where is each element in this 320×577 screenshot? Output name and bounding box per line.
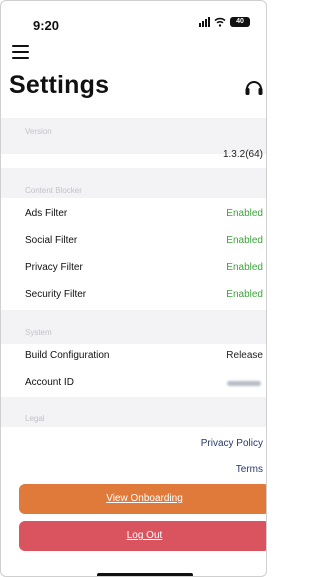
- settings-screen: 9:20 40 Settings Version 1.3.2(64) Conte…: [0, 0, 267, 577]
- build-configuration-row: Build Configuration Release: [1, 343, 266, 369]
- section-label-version: Version: [25, 127, 52, 136]
- social-filter-row[interactable]: Social Filter Enabled: [1, 228, 266, 254]
- log-out-button[interactable]: Log Out: [19, 521, 266, 551]
- privacy-policy-row[interactable]: Privacy Policy: [1, 431, 266, 457]
- privacy-filter-label: Privacy Filter: [25, 262, 83, 273]
- signal-icon: [199, 17, 210, 27]
- account-id-row: Account ID: [1, 370, 266, 396]
- view-onboarding-button[interactable]: View Onboarding: [19, 484, 266, 514]
- build-configuration-value: Release: [226, 350, 263, 361]
- social-filter-label: Social Filter: [25, 235, 78, 246]
- privacy-filter-status: Enabled: [226, 262, 263, 273]
- section-label-system: System: [25, 328, 52, 337]
- version-value: 1.3.2(64): [222, 149, 263, 160]
- account-id-value-redacted: [227, 381, 261, 386]
- build-configuration-label: Build Configuration: [25, 350, 110, 361]
- security-filter-label: Security Filter: [25, 289, 87, 300]
- security-filter-row[interactable]: Security Filter Enabled: [1, 282, 266, 308]
- home-indicator: [97, 573, 193, 576]
- ads-filter-label: Ads Filter: [25, 208, 68, 219]
- legal-section-header: Legal: [1, 397, 266, 427]
- content-blocker-section-header: Content Blocker: [1, 168, 266, 198]
- battery-icon: 40: [230, 17, 250, 27]
- status-icons: 40: [199, 17, 250, 27]
- page-title: Settings: [9, 71, 110, 99]
- ads-filter-status: Enabled: [226, 208, 263, 219]
- ads-filter-row[interactable]: Ads Filter Enabled: [1, 201, 266, 227]
- account-id-label: Account ID: [25, 377, 74, 388]
- section-label-legal: Legal: [25, 414, 45, 423]
- privacy-filter-row[interactable]: Privacy Filter Enabled: [1, 255, 266, 281]
- status-bar: 9:20 40: [1, 1, 266, 37]
- menu-icon[interactable]: [12, 45, 29, 59]
- security-filter-status: Enabled: [226, 289, 263, 300]
- system-section-header: System: [1, 310, 266, 344]
- version-row: 1.3.2(64): [1, 142, 266, 168]
- terms-row[interactable]: Terms: [1, 457, 266, 483]
- status-time: 9:20: [33, 18, 60, 33]
- headset-icon[interactable]: [244, 77, 264, 99]
- section-label-content-blocker: Content Blocker: [25, 186, 82, 195]
- terms-link[interactable]: Terms: [236, 464, 263, 475]
- wifi-icon: [214, 17, 226, 27]
- privacy-policy-link[interactable]: Privacy Policy: [201, 438, 263, 449]
- social-filter-status: Enabled: [226, 235, 263, 246]
